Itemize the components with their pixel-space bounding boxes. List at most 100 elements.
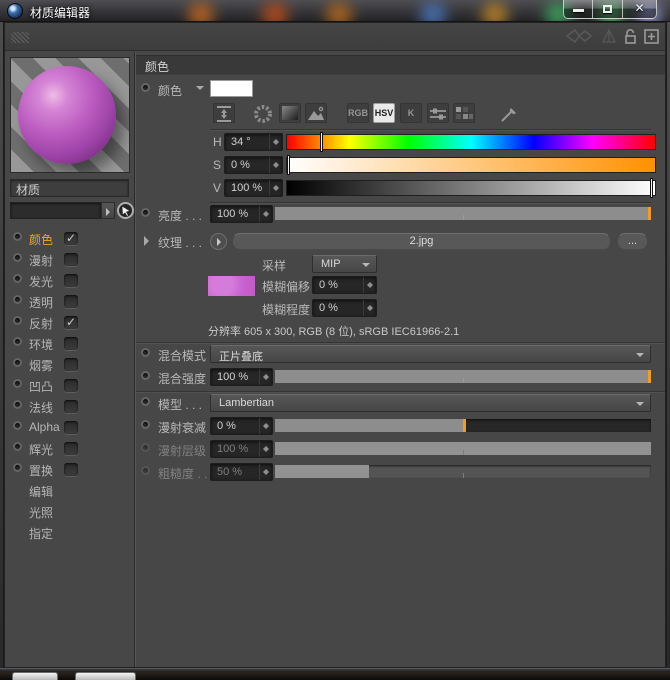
channel-radio[interactable] bbox=[13, 316, 22, 325]
eyedropper-icon[interactable] bbox=[498, 103, 520, 123]
texture-file-button[interactable]: 2.jpg bbox=[232, 233, 611, 250]
grip-handle-icon[interactable] bbox=[11, 32, 29, 43]
close-button[interactable]: ✕ bbox=[623, 0, 657, 19]
channel-item-normal[interactable]: 法线 bbox=[5, 396, 134, 417]
channel-checkbox[interactable] bbox=[64, 400, 78, 413]
channel-item-color[interactable]: 颜色 ✓ bbox=[5, 228, 134, 249]
channel-checkbox[interactable]: ✓ bbox=[64, 232, 78, 245]
diffuse-falloff-slider[interactable] bbox=[275, 419, 651, 432]
add-box-icon[interactable] bbox=[644, 28, 659, 44]
pick-object-button[interactable] bbox=[117, 202, 134, 219]
blur-scale-spinner[interactable]: 0 % bbox=[312, 299, 377, 317]
spectrum-button[interactable] bbox=[279, 103, 301, 123]
roughness-radio[interactable] bbox=[141, 466, 150, 475]
channel-radio[interactable] bbox=[13, 379, 22, 388]
mix-mode-radio[interactable] bbox=[141, 348, 150, 357]
color-swatch[interactable] bbox=[210, 80, 253, 97]
spinner-arrows[interactable] bbox=[259, 418, 272, 434]
maximize-button[interactable] bbox=[593, 0, 623, 19]
channel-checkbox[interactable] bbox=[64, 358, 78, 371]
channel-radio[interactable] bbox=[13, 295, 22, 304]
blur-offset-spinner[interactable]: 0 % bbox=[312, 276, 377, 294]
preset-select-box[interactable] bbox=[10, 202, 101, 219]
channel-radio[interactable] bbox=[13, 400, 22, 409]
channel-radio[interactable] bbox=[13, 442, 22, 451]
channel-item-luminance[interactable]: 发光 bbox=[5, 270, 134, 291]
saturation-spinner[interactable]: 0 % bbox=[224, 156, 283, 174]
texture-browse-button[interactable]: ... bbox=[617, 233, 648, 250]
channel-item-diffusion[interactable]: 漫射 bbox=[5, 249, 134, 270]
color-radio[interactable] bbox=[141, 83, 150, 92]
rgb-mode-button[interactable]: RGB bbox=[347, 103, 369, 123]
material-preview[interactable] bbox=[10, 57, 130, 173]
channel-radio[interactable] bbox=[13, 463, 22, 472]
brightness-radio[interactable] bbox=[141, 208, 150, 217]
channel-radio[interactable] bbox=[13, 358, 22, 367]
channel-checkbox[interactable] bbox=[64, 463, 78, 476]
mix-strength-spinner[interactable]: 100 % bbox=[210, 368, 273, 386]
channel-radio[interactable] bbox=[13, 421, 22, 430]
color-wheel-icon[interactable] bbox=[252, 103, 274, 123]
brightness-spinner[interactable]: 100 % bbox=[210, 205, 273, 223]
saturation-handle[interactable] bbox=[287, 155, 291, 175]
k-mode-button[interactable]: K bbox=[400, 103, 422, 123]
taskbar-button[interactable] bbox=[75, 672, 136, 680]
channel-item-reflectance[interactable]: 反射 ✓ bbox=[5, 312, 134, 333]
mixer-mode-button[interactable] bbox=[427, 103, 449, 123]
hue-bar[interactable] bbox=[286, 132, 656, 152]
minimize-button[interactable] bbox=[563, 0, 593, 19]
expander-icon[interactable] bbox=[144, 236, 154, 246]
spinner-arrows[interactable] bbox=[269, 157, 282, 173]
sidebar-item-assign[interactable]: 指定 bbox=[5, 522, 134, 543]
spinner-arrows[interactable] bbox=[269, 134, 282, 150]
channel-checkbox[interactable] bbox=[64, 253, 78, 266]
channel-radio[interactable] bbox=[13, 274, 22, 283]
channel-checkbox[interactable] bbox=[64, 337, 78, 350]
diamond-icon[interactable] bbox=[564, 27, 594, 45]
channel-radio[interactable] bbox=[13, 232, 22, 241]
hue-handle[interactable] bbox=[319, 132, 323, 152]
channel-checkbox[interactable]: ✓ bbox=[64, 316, 78, 329]
channel-checkbox[interactable] bbox=[64, 421, 78, 434]
brightness-slider[interactable] bbox=[275, 207, 651, 220]
chevron-down-icon[interactable] bbox=[196, 86, 204, 94]
compact-mode-button[interactable] bbox=[213, 103, 235, 123]
saturation-bar[interactable] bbox=[286, 155, 656, 175]
channel-checkbox[interactable] bbox=[64, 274, 78, 287]
channel-item-glow[interactable]: 辉光 bbox=[5, 438, 134, 459]
swatches-mode-button[interactable] bbox=[453, 103, 475, 123]
model-radio[interactable] bbox=[141, 397, 150, 406]
channel-checkbox[interactable] bbox=[64, 379, 78, 392]
sidebar-item-illumination[interactable]: 光照 bbox=[5, 501, 134, 522]
diffuse-falloff-radio[interactable] bbox=[141, 420, 150, 429]
sampling-dropdown[interactable]: MIP bbox=[312, 255, 377, 273]
diffuse-level-radio[interactable] bbox=[141, 443, 150, 452]
channel-item-alpha[interactable]: Alpha bbox=[5, 417, 134, 438]
preset-select-arrow-button[interactable] bbox=[101, 202, 115, 219]
material-name-field[interactable]: 材质 bbox=[10, 179, 129, 197]
image-picker-button[interactable] bbox=[305, 103, 327, 123]
spinner-arrows[interactable] bbox=[259, 369, 272, 385]
channel-item-transparency[interactable]: 透明 bbox=[5, 291, 134, 312]
texture-menu-button[interactable] bbox=[210, 233, 227, 250]
channel-item-fog[interactable]: 烟雾 bbox=[5, 354, 134, 375]
channel-checkbox[interactable] bbox=[64, 295, 78, 308]
spinner-arrows[interactable] bbox=[363, 277, 376, 293]
model-dropdown[interactable]: Lambertian bbox=[210, 394, 651, 412]
channel-radio[interactable] bbox=[13, 253, 22, 262]
diffuse-falloff-spinner[interactable]: 0 % bbox=[210, 417, 273, 435]
titlebar[interactable]: 材质编辑器 ✕ bbox=[0, 0, 670, 22]
mix-strength-slider[interactable] bbox=[275, 370, 651, 383]
value-handle[interactable] bbox=[650, 178, 654, 198]
channel-item-displacement[interactable]: 置换 bbox=[5, 459, 134, 480]
texture-thumbnail[interactable] bbox=[208, 276, 255, 296]
channel-radio[interactable] bbox=[13, 337, 22, 346]
spinner-arrows[interactable] bbox=[269, 180, 282, 196]
hsv-mode-button[interactable]: HSV bbox=[373, 103, 395, 123]
spinner-arrows[interactable] bbox=[259, 206, 272, 222]
spinner-arrows[interactable] bbox=[363, 300, 376, 316]
mix-mode-dropdown[interactable]: 正片叠底 bbox=[210, 345, 651, 363]
taskbar-button[interactable] bbox=[12, 672, 58, 680]
mix-strength-radio[interactable] bbox=[141, 371, 150, 380]
pyramid-icon[interactable] bbox=[601, 27, 617, 45]
